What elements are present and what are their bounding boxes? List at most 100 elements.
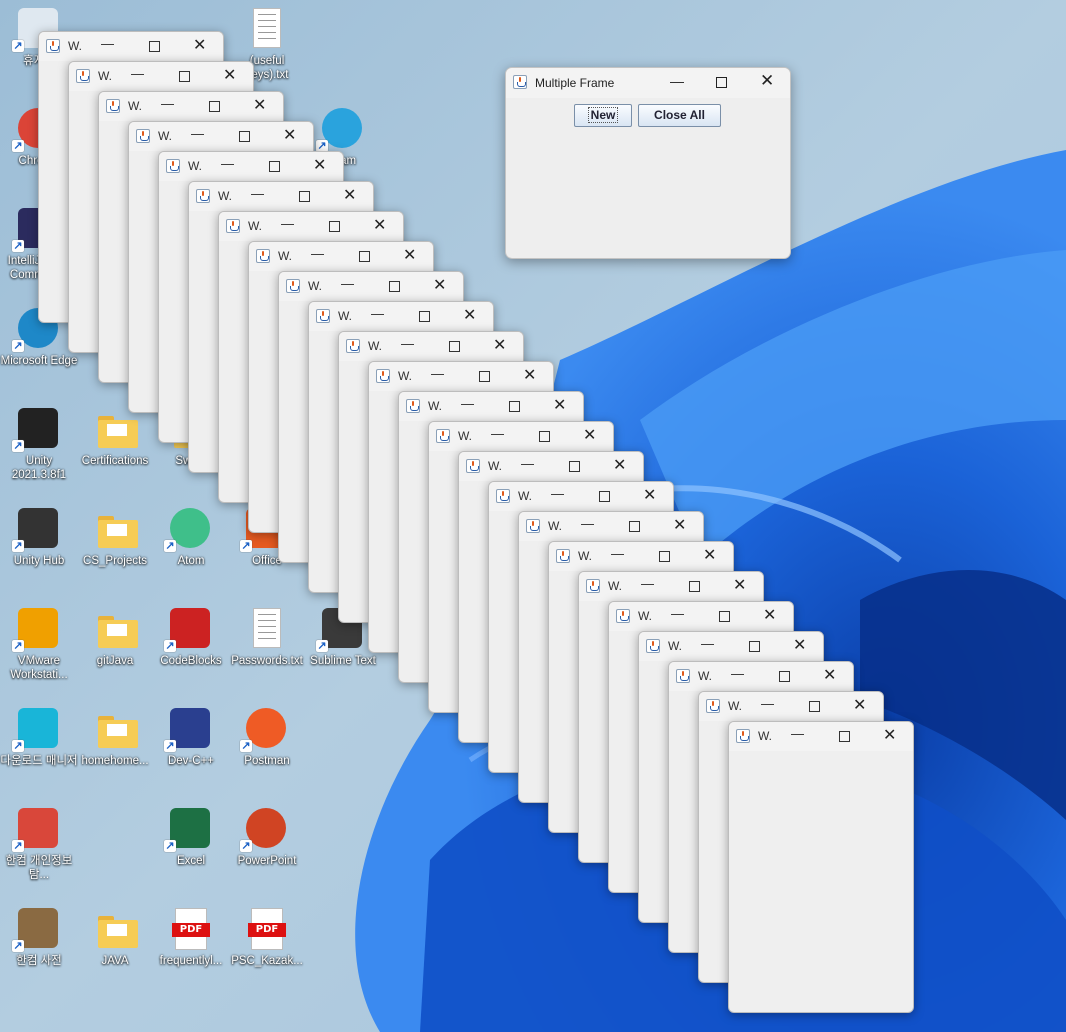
maximize-button[interactable] bbox=[299, 191, 310, 202]
close-button[interactable]: ✕ bbox=[673, 515, 686, 534]
title-bar[interactable]: W. — ✕ bbox=[579, 572, 763, 601]
maximize-button[interactable] bbox=[689, 581, 700, 592]
close-button[interactable]: ✕ bbox=[760, 71, 774, 91]
close-button[interactable]: ✕ bbox=[403, 245, 416, 264]
minimize-button[interactable]: — bbox=[491, 426, 504, 441]
close-button[interactable]: ✕ bbox=[343, 185, 356, 204]
close-button[interactable]: ✕ bbox=[523, 365, 536, 384]
minimize-button[interactable]: — bbox=[371, 306, 384, 321]
desktop-icon[interactable]: Passwords.txt bbox=[228, 600, 306, 696]
title-bar[interactable]: W. — ✕ bbox=[399, 392, 583, 421]
minimize-button[interactable]: — bbox=[191, 126, 204, 141]
close-button[interactable]: ✕ bbox=[223, 65, 236, 84]
title-bar[interactable]: W. — ✕ bbox=[159, 152, 343, 181]
title-bar[interactable]: W. — ✕ bbox=[489, 482, 673, 511]
close-button[interactable]: ✕ bbox=[553, 395, 566, 414]
new-button[interactable]: New bbox=[574, 104, 632, 127]
title-bar[interactable]: W. — ✕ bbox=[69, 62, 253, 91]
title-bar[interactable]: W. — ✕ bbox=[309, 302, 493, 331]
title-bar[interactable]: W. — ✕ bbox=[429, 422, 613, 451]
close-button[interactable]: ✕ bbox=[853, 695, 866, 714]
maximize-button[interactable] bbox=[329, 221, 340, 232]
title-bar[interactable]: W. — ✕ bbox=[279, 272, 463, 301]
maximize-button[interactable] bbox=[809, 701, 820, 712]
maximize-button[interactable] bbox=[359, 251, 370, 262]
minimize-button[interactable]: — bbox=[311, 246, 324, 261]
title-bar[interactable]: W. — ✕ bbox=[669, 662, 853, 691]
desktop-icon[interactable]: ↗ Unity 2021.3.8f1 bbox=[0, 400, 78, 496]
minimize-button[interactable]: — bbox=[251, 186, 264, 201]
title-bar[interactable]: W. — ✕ bbox=[369, 362, 553, 391]
close-button[interactable]: ✕ bbox=[583, 425, 596, 444]
desktop-icon[interactable]: CS_Projects bbox=[76, 500, 154, 596]
title-bar[interactable]: W. — ✕ bbox=[609, 602, 793, 631]
maximize-button[interactable] bbox=[509, 401, 520, 412]
maximize-button[interactable] bbox=[749, 641, 760, 652]
minimize-button[interactable]: — bbox=[670, 73, 684, 89]
desktop-icon[interactable]: ↗ 한컴 사전 bbox=[0, 900, 78, 996]
maximize-button[interactable] bbox=[779, 671, 790, 682]
title-bar[interactable]: W. — ✕ bbox=[699, 692, 883, 721]
maximize-button[interactable] bbox=[716, 77, 727, 88]
minimize-button[interactable]: — bbox=[221, 156, 234, 171]
minimize-button[interactable]: — bbox=[641, 576, 654, 591]
close-button[interactable]: ✕ bbox=[193, 35, 206, 54]
close-button[interactable]: ✕ bbox=[463, 305, 476, 324]
desktop-icon[interactable]: gitJava bbox=[76, 600, 154, 696]
title-bar[interactable]: W. — ✕ bbox=[39, 32, 223, 61]
desktop-icon[interactable]: ↗ CodeBlocks bbox=[152, 600, 230, 696]
close-button[interactable]: ✕ bbox=[253, 95, 266, 114]
minimize-button[interactable]: — bbox=[521, 456, 534, 471]
maximize-button[interactable] bbox=[629, 521, 640, 532]
minimize-button[interactable]: — bbox=[611, 546, 624, 561]
title-bar[interactable]: W. — ✕ bbox=[129, 122, 313, 151]
minimize-button[interactable]: — bbox=[281, 216, 294, 231]
maximize-button[interactable] bbox=[209, 101, 220, 112]
title-bar[interactable]: W. — ✕ bbox=[459, 452, 643, 481]
close-button[interactable]: ✕ bbox=[823, 665, 836, 684]
desktop-icon[interactable]: ↗ 다운로드 매니저 bbox=[0, 700, 78, 796]
maximize-button[interactable] bbox=[539, 431, 550, 442]
close-button[interactable]: ✕ bbox=[283, 125, 296, 144]
close-button[interactable]: ✕ bbox=[373, 215, 386, 234]
minimize-button[interactable]: — bbox=[341, 276, 354, 291]
desktop-icon[interactable]: ↗ Excel bbox=[152, 800, 230, 896]
close-button[interactable]: ✕ bbox=[793, 635, 806, 654]
maximize-button[interactable] bbox=[149, 41, 160, 52]
close-all-button[interactable]: Close All bbox=[638, 104, 721, 127]
title-bar[interactable]: W. — ✕ bbox=[249, 242, 433, 271]
maximize-button[interactable] bbox=[569, 461, 580, 472]
close-button[interactable]: ✕ bbox=[433, 275, 446, 294]
title-bar[interactable]: W. — ✕ bbox=[189, 182, 373, 211]
minimize-button[interactable]: — bbox=[551, 486, 564, 501]
maximize-button[interactable] bbox=[659, 551, 670, 562]
title-bar[interactable]: Multiple Frame — ✕ bbox=[506, 68, 790, 98]
minimize-button[interactable]: — bbox=[461, 396, 474, 411]
desktop-icon[interactable]: ↗ Dev-C++ bbox=[152, 700, 230, 796]
desktop-icon[interactable]: JAVA bbox=[76, 900, 154, 996]
minimize-button[interactable]: — bbox=[701, 636, 714, 651]
minimize-button[interactable]: — bbox=[581, 516, 594, 531]
desktop-icon[interactable]: ↗ Postman bbox=[228, 700, 306, 796]
multiple-frame-window[interactable]: Multiple Frame — ✕ New Close All bbox=[505, 67, 791, 259]
close-button[interactable]: ✕ bbox=[313, 155, 326, 174]
close-button[interactable]: ✕ bbox=[763, 605, 776, 624]
close-button[interactable]: ✕ bbox=[493, 335, 506, 354]
title-bar[interactable]: W. — ✕ bbox=[339, 332, 523, 361]
minimize-button[interactable]: — bbox=[131, 66, 144, 81]
minimize-button[interactable]: — bbox=[161, 96, 174, 111]
minimize-button[interactable]: — bbox=[431, 366, 444, 381]
minimize-button[interactable]: — bbox=[761, 696, 774, 711]
desktop-icon[interactable]: PDF PSC_Kazak... bbox=[228, 900, 306, 996]
title-bar[interactable]: W. — ✕ bbox=[519, 512, 703, 541]
minimize-button[interactable]: — bbox=[401, 336, 414, 351]
close-button[interactable]: ✕ bbox=[883, 725, 896, 744]
minimize-button[interactable]: — bbox=[791, 726, 804, 741]
maximize-button[interactable] bbox=[269, 161, 280, 172]
desktop-icon[interactable]: ↗ Atom bbox=[152, 500, 230, 596]
maximize-button[interactable] bbox=[179, 71, 190, 82]
maximize-button[interactable] bbox=[599, 491, 610, 502]
title-bar[interactable]: W. — ✕ bbox=[729, 722, 913, 751]
child-window[interactable]: W. — ✕ bbox=[728, 721, 914, 1013]
desktop-icon[interactable]: ↗ 한컴 개인정보탐... bbox=[0, 800, 78, 896]
